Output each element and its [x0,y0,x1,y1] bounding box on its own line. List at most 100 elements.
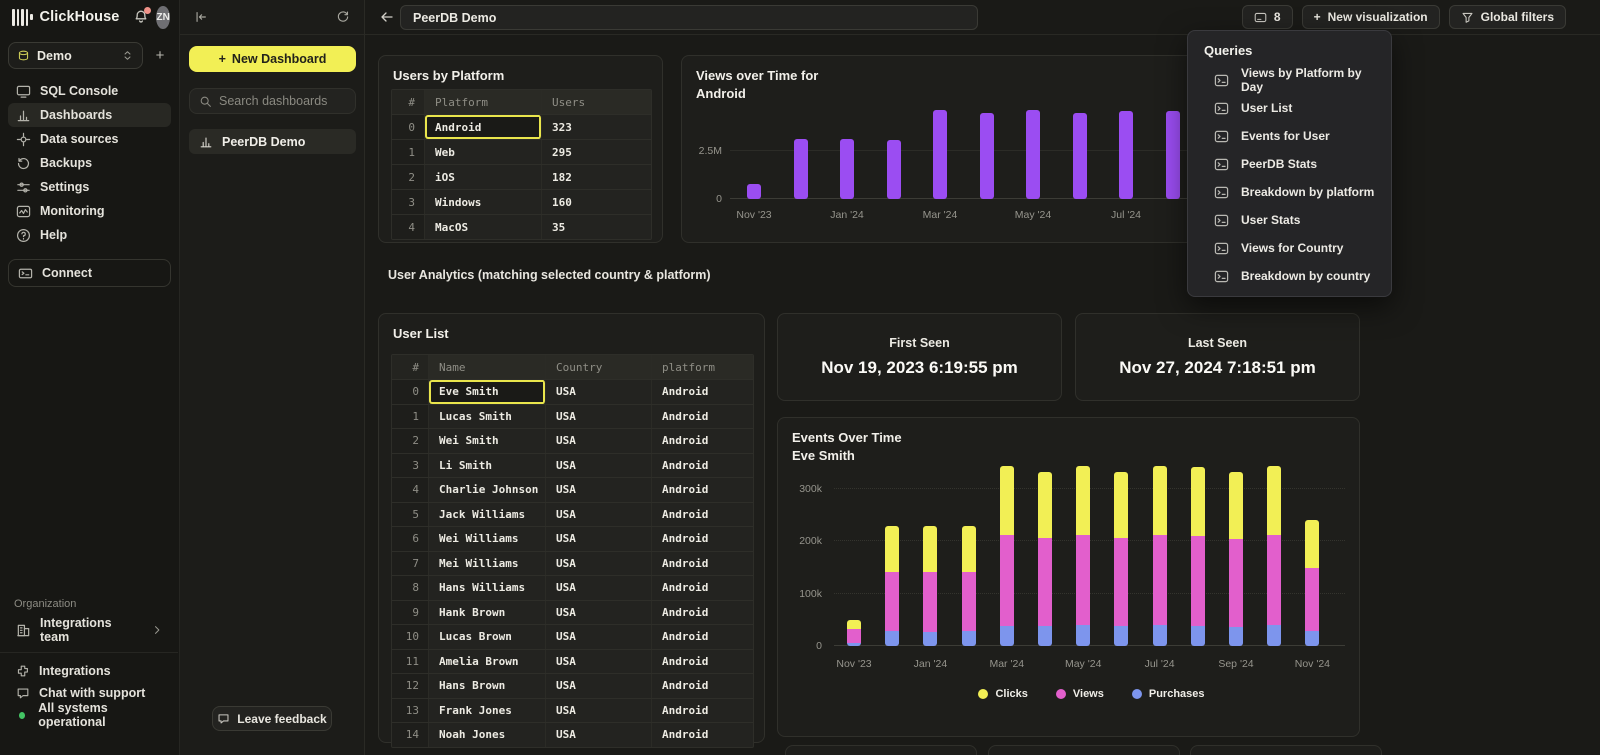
stacked-bar[interactable] [1305,520,1319,646]
cell-name[interactable]: Lucas Smith [429,405,546,429]
stacked-bar[interactable] [885,526,899,646]
stacked-bar[interactable] [1153,466,1167,646]
cell-users[interactable]: 295 [542,140,651,164]
bar[interactable] [840,139,854,199]
sidebar-item-integrations[interactable]: Integrations [8,660,171,682]
cell-platform[interactable]: Android [652,650,753,674]
cell-platform[interactable]: Web [425,140,542,164]
global-filters-button[interactable]: Global filters [1449,5,1566,29]
cell-country[interactable]: USA [546,527,652,551]
bar[interactable] [1119,111,1133,199]
stacked-bar[interactable] [1114,472,1128,646]
query-item[interactable]: Views by Platform by Day [1188,66,1391,94]
stacked-bar[interactable] [847,620,861,646]
bar[interactable] [1166,111,1180,199]
cell-country[interactable]: USA [546,503,652,527]
cell-platform[interactable]: Android [652,478,753,502]
stacked-bar[interactable] [1038,472,1052,646]
cell-name[interactable]: Hans Brown [429,674,546,698]
sidebar-item-system-status[interactable]: All systems operational [8,704,171,726]
sidebar-item-settings[interactable]: Settings [8,175,171,199]
cell-platform[interactable]: Android [652,625,753,649]
cell-name[interactable]: Jack Williams [429,503,546,527]
cell-users[interactable]: 182 [542,165,651,189]
sidebar-item-backups[interactable]: Backups [8,151,171,175]
cell-platform[interactable]: Android [652,429,753,453]
sidebar-item-monitoring[interactable]: Monitoring [8,199,171,223]
collapse-sidebar-icon[interactable] [194,10,208,24]
cell-country[interactable]: USA [546,405,652,429]
cell-platform[interactable]: Android [652,405,753,429]
new-visualization-button[interactable]: + New visualization [1302,5,1440,29]
add-service-button[interactable]: + [151,47,169,65]
bar[interactable] [794,139,808,199]
cell-country[interactable]: USA [546,601,652,625]
cell-users[interactable]: 160 [542,190,651,214]
avatar[interactable]: ZN [156,6,169,29]
search-dashboards-input[interactable] [219,94,346,108]
sidebar-item-data-sources[interactable]: Data sources [8,127,171,151]
cell-platform[interactable]: MacOS [425,215,542,239]
query-item[interactable]: User List [1188,94,1391,122]
query-item[interactable]: Breakdown by platform [1188,178,1391,206]
cell-platform[interactable]: Android [652,576,753,600]
bar[interactable] [747,184,761,199]
cell-name[interactable]: Hans Williams [429,576,546,600]
cell-name[interactable]: Lucas Brown [429,625,546,649]
bar[interactable] [980,113,994,199]
cell-country[interactable]: USA [546,380,652,404]
cell-platform[interactable]: iOS [425,165,542,189]
dashboard-title-input[interactable] [400,5,978,30]
cell-country[interactable]: USA [546,625,652,649]
workspace-select[interactable]: Demo [8,42,143,69]
stacked-bar[interactable] [1191,467,1205,646]
cell-country[interactable]: USA [546,478,652,502]
cell-name[interactable]: Frank Jones [429,699,546,723]
cell-platform[interactable]: Android [652,674,753,698]
cell-name[interactable]: Wei Smith [429,429,546,453]
cell-country[interactable]: USA [546,723,652,747]
sidebar-item-help[interactable]: Help [8,223,171,247]
cell-platform[interactable]: Android [652,380,753,404]
stacked-bar[interactable] [1076,466,1090,646]
cell-platform[interactable]: Android [652,601,753,625]
cell-name[interactable]: Hank Brown [429,601,546,625]
stacked-bar[interactable] [1000,466,1014,646]
leave-feedback-button[interactable]: Leave feedback [212,706,332,731]
cell-country[interactable]: USA [546,576,652,600]
cell-platform[interactable]: Android [652,454,753,478]
query-item[interactable]: PeerDB Stats [1188,150,1391,178]
cell-users[interactable]: 35 [542,215,651,239]
cell-name[interactable]: Charlie Johnson [429,478,546,502]
dashboard-list-item[interactable]: PeerDB Demo [189,129,356,154]
stacked-bar[interactable] [1229,472,1243,646]
new-dashboard-button[interactable]: + New Dashboard [189,46,356,72]
cell-country[interactable]: USA [546,429,652,453]
cell-platform[interactable]: Android [652,527,753,551]
notifications-bell-icon[interactable] [133,9,149,25]
cell-name[interactable]: Li Smith [429,454,546,478]
cell-users[interactable]: 323 [542,115,651,139]
cell-country[interactable]: USA [546,674,652,698]
cell-country[interactable]: USA [546,650,652,674]
cell-country[interactable]: USA [546,699,652,723]
connect-button[interactable]: Connect [8,259,171,287]
cell-country[interactable]: USA [546,454,652,478]
cell-platform[interactable]: Android [652,503,753,527]
sidebar-item-integrations-team[interactable]: Integrations team [8,617,171,643]
visualizations-count-button[interactable]: 8 [1242,5,1293,29]
refresh-icon[interactable] [336,10,350,24]
query-item[interactable]: User Stats [1188,206,1391,234]
bar[interactable] [1073,113,1087,199]
cell-platform[interactable]: Android [652,552,753,576]
bar[interactable] [1026,110,1040,199]
back-button[interactable] [379,9,395,25]
cell-name[interactable]: Amelia Brown [429,650,546,674]
cell-name[interactable]: Noah Jones [429,723,546,747]
stacked-bar[interactable] [1267,466,1281,646]
query-item[interactable]: Views for Country [1188,234,1391,262]
cell-name[interactable]: Mei Williams [429,552,546,576]
bar[interactable] [933,110,947,199]
query-item[interactable]: Breakdown by country [1188,262,1391,290]
cell-country[interactable]: USA [546,552,652,576]
